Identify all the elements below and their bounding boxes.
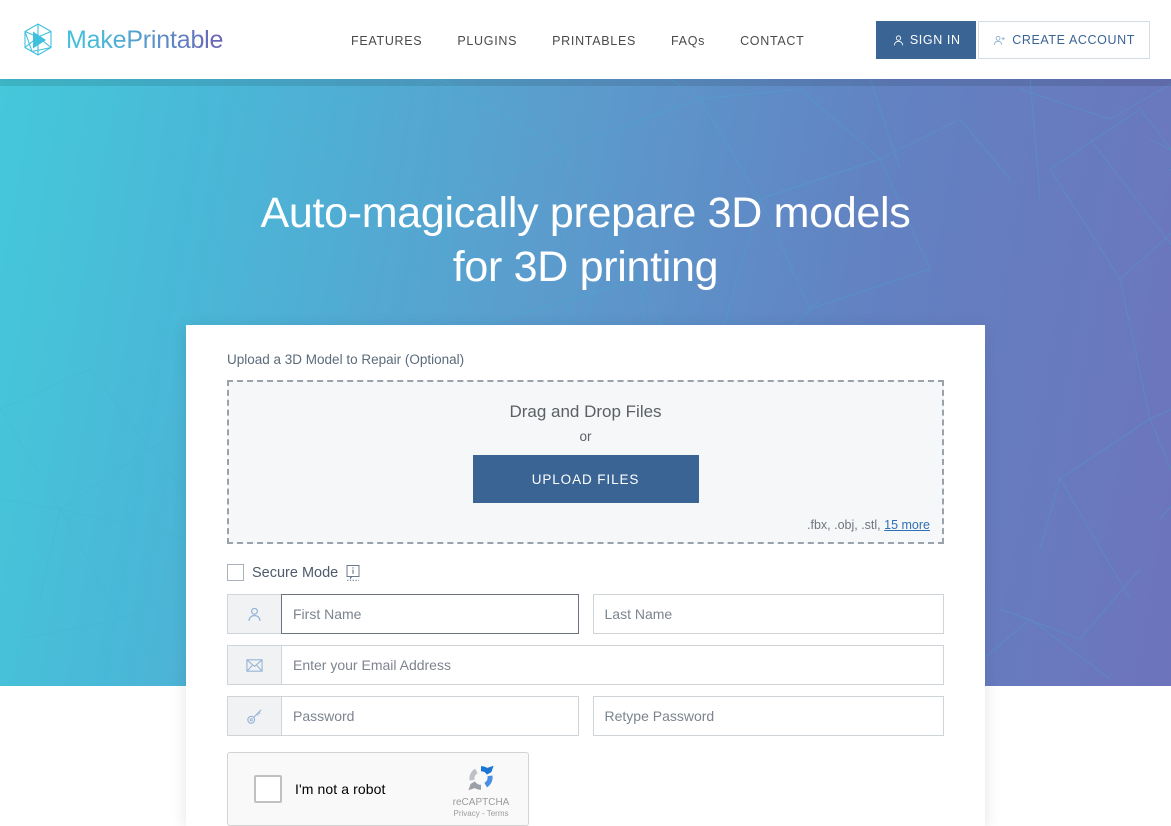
name-row (227, 594, 944, 634)
recaptcha-branding: reCAPTCHA Privacy - Terms (444, 761, 518, 818)
retype-password-input[interactable] (592, 696, 944, 736)
key-icon (247, 709, 262, 724)
nav-item-contact[interactable]: CONTACT (740, 30, 804, 52)
recaptcha-brand-name: reCAPTCHA (452, 797, 510, 808)
last-name-field[interactable] (592, 594, 944, 634)
recaptcha-widget[interactable]: I'm not a robot reCAPTCHA Privacy - Term… (227, 752, 529, 826)
more-formats-link[interactable]: 15 more (884, 518, 930, 532)
password-field[interactable] (227, 696, 579, 736)
upload-files-button[interactable]: UPLOAD FILES (472, 455, 699, 503)
logo-text: MakePrintable (66, 25, 224, 54)
password-input[interactable] (281, 696, 579, 736)
retype-password-field[interactable] (592, 696, 944, 736)
secure-mode-row: Secure Mode (227, 564, 944, 581)
nav-item-faqs[interactable]: FAQs (671, 30, 705, 52)
dropzone-or-text: or (579, 429, 592, 444)
first-name-input[interactable] (281, 594, 579, 634)
create-account-label: CREATE ACCOUNT (1012, 33, 1135, 47)
info-tooltip-icon[interactable] (346, 564, 360, 581)
site-header: MakePrintable FEATURES PLUGINS PRINTABLE… (0, 0, 1171, 79)
dropzone-title: Drag and Drop Files (509, 402, 662, 421)
signup-upload-card: Upload a 3D Model to Repair (Optional) D… (186, 325, 985, 826)
recaptcha-terms: Privacy - Terms (453, 809, 509, 818)
file-dropzone[interactable]: Drag and Drop Files or UPLOAD FILES .fbx… (227, 380, 944, 544)
hero-title: Auto-magically prepare 3D models for 3D … (0, 186, 1171, 294)
nav-item-plugins[interactable]: PLUGINS (457, 30, 517, 52)
formats-text: .fbx, .obj, .stl, (807, 518, 881, 532)
hexagon-play-icon (24, 23, 52, 56)
nav-item-features[interactable]: FEATURES (351, 30, 422, 52)
envelope-icon (246, 658, 263, 672)
user-plus-icon (994, 35, 1005, 45)
auth-buttons: SIGN IN CREATE ACCOUNT (876, 21, 1150, 59)
recaptcha-label: I'm not a robot (295, 781, 386, 797)
user-icon (893, 34, 904, 45)
email-field[interactable] (227, 645, 944, 685)
password-prefix (227, 696, 281, 736)
first-name-prefix (227, 594, 281, 634)
sign-in-button[interactable]: SIGN IN (876, 21, 977, 59)
secure-mode-checkbox[interactable] (227, 564, 244, 581)
main-nav: FEATURES PLUGINS PRINTABLES FAQs CONTACT (351, 30, 804, 52)
supported-formats: .fbx, .obj, .stl, 15 more (807, 518, 930, 532)
last-name-input[interactable] (592, 594, 944, 634)
first-name-field[interactable] (227, 594, 579, 634)
email-prefix (227, 645, 281, 685)
recaptcha-logo-icon (468, 765, 494, 791)
secure-mode-label: Secure Mode (252, 564, 339, 581)
upload-section-label: Upload a 3D Model to Repair (Optional) (227, 352, 465, 367)
hero-title-line-2: for 3D printing (452, 243, 719, 291)
password-row (227, 696, 944, 736)
user-icon (248, 607, 261, 621)
nav-item-printables[interactable]: PRINTABLES (552, 30, 636, 52)
create-account-button[interactable]: CREATE ACCOUNT (978, 21, 1150, 59)
email-input[interactable] (281, 645, 944, 685)
sign-in-label: SIGN IN (909, 33, 961, 47)
recaptcha-checkbox[interactable] (254, 775, 282, 803)
email-row (227, 645, 944, 685)
logo[interactable]: MakePrintable (18, 20, 223, 60)
hero-title-line-1: Auto-magically prepare 3D models (260, 189, 911, 237)
